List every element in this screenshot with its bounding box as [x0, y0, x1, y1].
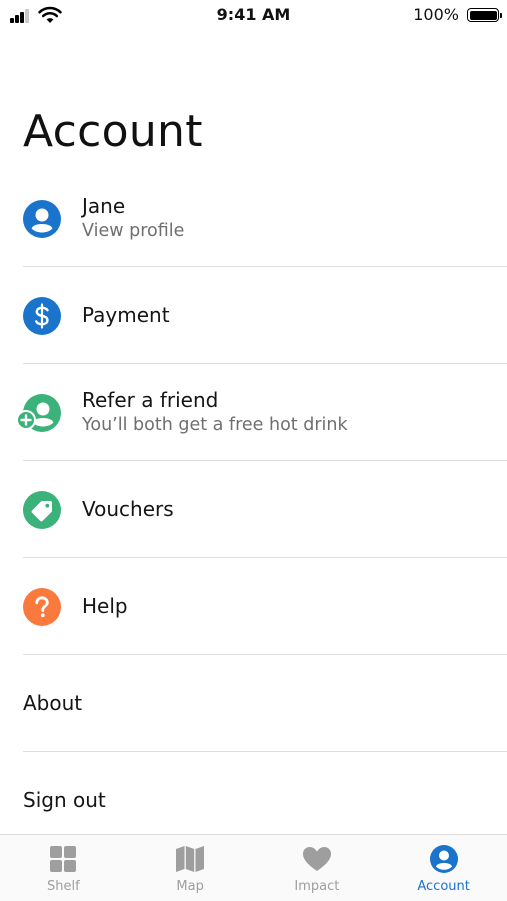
- menu-item-payment[interactable]: Payment: [0, 267, 507, 364]
- menu-item-label: About: [23, 691, 83, 715]
- tab-account[interactable]: Account: [380, 835, 507, 901]
- map-icon: [176, 846, 205, 872]
- menu-item-label: Payment: [82, 303, 170, 327]
- tab-bar: Shelf Map Impact Account: [0, 834, 507, 901]
- heart-icon: [302, 847, 331, 871]
- tab-label: Impact: [294, 879, 340, 894]
- tab-impact[interactable]: Impact: [254, 835, 381, 901]
- menu-item-about[interactable]: About: [0, 655, 507, 752]
- menu-item-help[interactable]: Help: [0, 558, 507, 655]
- status-bar: 9:41 AM 100%: [0, 0, 507, 32]
- tag-icon: [23, 490, 61, 529]
- battery-icon: [467, 8, 502, 22]
- account-menu: Jane View profile Payment Refer a friend…: [0, 170, 507, 849]
- tab-label: Account: [417, 879, 470, 894]
- page-title: Account: [23, 106, 203, 157]
- menu-item-label: Jane: [82, 194, 126, 218]
- dollar-icon: [23, 296, 61, 335]
- question-icon: [23, 587, 61, 626]
- account-icon: [429, 845, 458, 873]
- menu-item-label: Sign out: [23, 788, 106, 812]
- menu-item-subtitle: You’ll both get a free hot drink: [82, 415, 348, 435]
- menu-item-refer-friend[interactable]: Refer a friend You’ll both get a free ho…: [0, 364, 507, 461]
- battery-percentage: 100%: [413, 5, 459, 24]
- menu-item-label: Vouchers: [82, 497, 174, 521]
- tab-label: Map: [176, 879, 204, 894]
- tab-label: Shelf: [47, 879, 80, 894]
- menu-item-vouchers[interactable]: Vouchers: [0, 461, 507, 558]
- menu-item-label: Help: [82, 594, 128, 618]
- grid-icon: [50, 846, 77, 872]
- menu-item-subtitle: View profile: [82, 221, 185, 241]
- tab-shelf[interactable]: Shelf: [0, 835, 127, 901]
- add-friend-icon: [16, 393, 61, 432]
- user-icon: [23, 199, 61, 238]
- menu-item-label: Refer a friend: [82, 388, 219, 412]
- tab-map[interactable]: Map: [127, 835, 254, 901]
- menu-item-profile[interactable]: Jane View profile: [0, 170, 507, 267]
